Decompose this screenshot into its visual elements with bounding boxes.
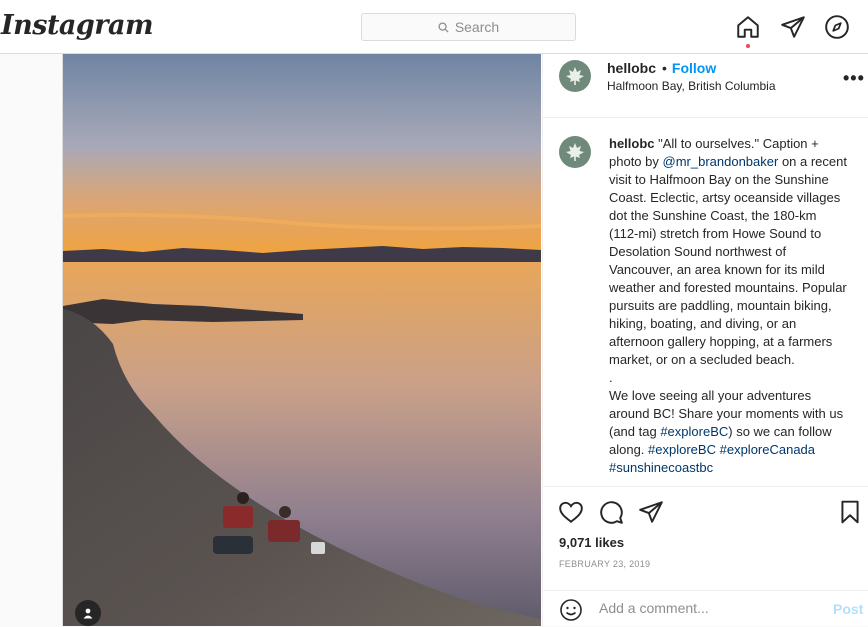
- mention-link[interactable]: @mr_brandonbaker: [663, 154, 779, 169]
- maple-leaf-logo-icon: [566, 143, 584, 161]
- post-username[interactable]: hellobc: [607, 60, 656, 76]
- top-navigation-bar: Instagram Search: [0, 0, 868, 54]
- comment-icon[interactable]: [598, 499, 624, 525]
- caption-dot: .: [609, 370, 613, 385]
- search-icon: [438, 21, 449, 33]
- caption-area[interactable]: hellobc "All to ourselves." Caption + ph…: [543, 118, 868, 487]
- caption-text: on a recent visit to Halfmoon Bay on the…: [609, 154, 847, 367]
- search-input[interactable]: Search: [361, 13, 576, 41]
- instagram-logo[interactable]: Instagram: [1, 10, 154, 41]
- share-icon[interactable]: [638, 499, 664, 525]
- caption-username[interactable]: hellobc: [609, 136, 655, 151]
- explore-compass-icon[interactable]: [824, 14, 850, 40]
- search-placeholder: Search: [454, 19, 500, 35]
- comment-input[interactable]: Add a comment...: [599, 600, 709, 616]
- post-caption: hellobc "All to ourselves." Caption + ph…: [609, 135, 849, 477]
- tagged-user-icon[interactable]: [75, 600, 101, 626]
- maple-leaf-logo-icon: [566, 67, 584, 85]
- emoji-icon[interactable]: [559, 598, 583, 622]
- home-icon[interactable]: [735, 14, 761, 40]
- direct-message-icon[interactable]: [780, 14, 806, 40]
- post-date[interactable]: FEBRUARY 23, 2019: [559, 559, 650, 569]
- post-comment-button[interactable]: Post: [833, 601, 863, 617]
- post-header: hellobc • Follow Halfmoon Bay, British C…: [543, 54, 868, 118]
- follow-button[interactable]: Follow: [672, 60, 716, 76]
- hashtag-link[interactable]: #exploreBC: [648, 442, 716, 457]
- likes-count[interactable]: 9,071 likes: [559, 535, 624, 550]
- like-heart-icon[interactable]: [558, 499, 584, 525]
- more-options-icon[interactable]: •••: [843, 68, 865, 89]
- separator-dot: •: [662, 60, 667, 76]
- save-bookmark-icon[interactable]: [837, 499, 863, 525]
- avatar[interactable]: [559, 60, 591, 92]
- post-card: hellobc • Follow Halfmoon Bay, British C…: [62, 54, 868, 626]
- hashtag-link[interactable]: #exploreCanada: [720, 442, 815, 457]
- comment-row: Add a comment... Post: [543, 590, 868, 626]
- hashtag-link[interactable]: #exploreBC: [660, 424, 728, 439]
- post-actions: 9,071 likes FEBRUARY 23, 2019 Add a comm…: [543, 487, 868, 627]
- hashtag-link[interactable]: #sunshinecoastbc: [609, 460, 713, 475]
- post-sidebar: hellobc • Follow Halfmoon Bay, British C…: [542, 54, 868, 626]
- caption-avatar[interactable]: [559, 136, 591, 168]
- post-photo[interactable]: [63, 54, 541, 626]
- post-location[interactable]: Halfmoon Bay, British Columbia: [607, 79, 776, 93]
- notification-dot: [746, 44, 750, 48]
